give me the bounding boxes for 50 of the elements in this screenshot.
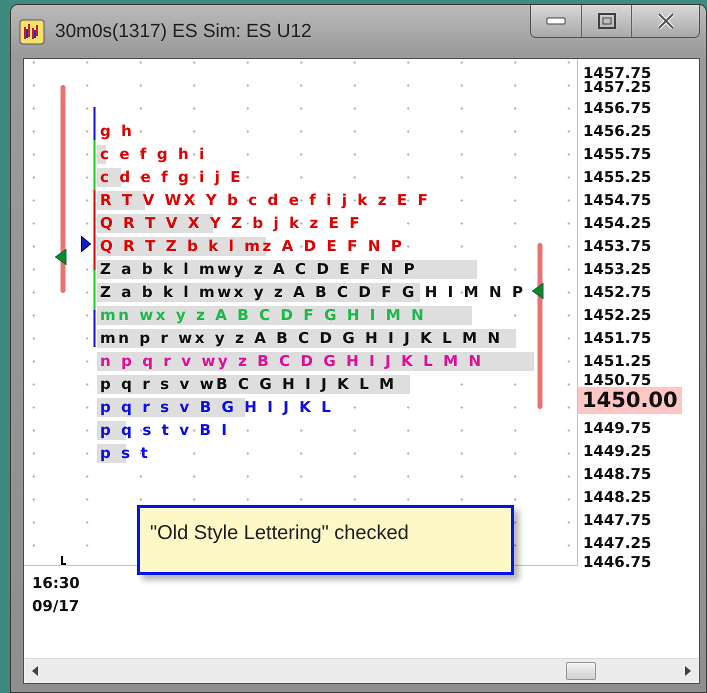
price-label: 1454.75 <box>583 190 652 211</box>
price-label: 1448.25 <box>583 487 652 508</box>
price-label: 1448.75 <box>583 464 652 485</box>
price-label: 1447.25 <box>583 533 652 554</box>
minimize-icon <box>546 17 566 25</box>
right-arrow-icon <box>685 666 691 676</box>
minimize-button[interactable] <box>531 5 581 37</box>
price-label: 1455.75 <box>583 144 652 165</box>
time-tick-icon <box>61 556 67 565</box>
price-label: 1455.25 <box>583 167 652 188</box>
price-label: 1452.25 <box>583 305 652 326</box>
price-label: 1450.75 <box>583 373 652 387</box>
price-label: 1454.25 <box>583 213 652 234</box>
triangle-marker-icon <box>532 283 544 299</box>
price-label: 1456.75 <box>583 98 652 119</box>
profile-letters: mn wx y z A B C D F G H I M N <box>97 306 472 325</box>
price-label: 1451.25 <box>583 351 652 372</box>
price-label: 1449.75 <box>583 418 652 439</box>
price-label: 1451.75 <box>583 328 652 349</box>
price-label: 1457.25 <box>583 80 652 94</box>
price-label: 1447.75 <box>583 510 652 531</box>
price-label: 1453.25 <box>583 259 652 280</box>
time-label: 16:30 <box>32 573 80 594</box>
profile-letters: p s t <box>97 444 150 463</box>
left-arrow-icon <box>32 666 38 676</box>
scroll-thumb[interactable] <box>566 662 596 680</box>
close-icon <box>656 13 674 29</box>
profile-letters: Z a b k l mwy z A C D E F N P <box>97 260 477 279</box>
price-label: 1456.25 <box>583 121 652 142</box>
profile-letters: mn p r wx y z A B C D G H I J K L M N <box>97 329 516 348</box>
price-label: 1446.75 <box>583 555 652 569</box>
date-label: 09/17 <box>32 596 80 617</box>
current-price-label: 1450.00 <box>578 387 682 414</box>
profile-letters: p q r s v wB C G H I J K L M <box>97 375 410 394</box>
maximize-button[interactable] <box>581 5 631 37</box>
maximize-icon <box>598 13 616 29</box>
window-title: 30m0s(1317) ES Sim: ES U12 <box>55 20 312 44</box>
chart-icon <box>19 19 45 45</box>
price-label: 1453.75 <box>583 236 652 257</box>
price-label: 1449.25 <box>583 441 652 462</box>
profile-letters: p q r s v B G H I J K L <box>97 398 334 417</box>
profile-letters: n p q r v wy z B C D G H I J K L M N <box>97 352 534 371</box>
triangle-marker-icon <box>55 249 67 265</box>
price-label: 1452.75 <box>583 282 652 303</box>
close-button[interactable] <box>631 5 699 37</box>
profile-letters: Q R T Z b k l mz A D E F N P <box>97 237 404 256</box>
horizontal-scrollbar[interactable] <box>24 658 699 683</box>
price-label: 1457.75 <box>583 66 652 80</box>
triangle-marker-icon <box>81 236 91 252</box>
tooltip: "Old Style Lettering" checked <box>137 505 514 575</box>
